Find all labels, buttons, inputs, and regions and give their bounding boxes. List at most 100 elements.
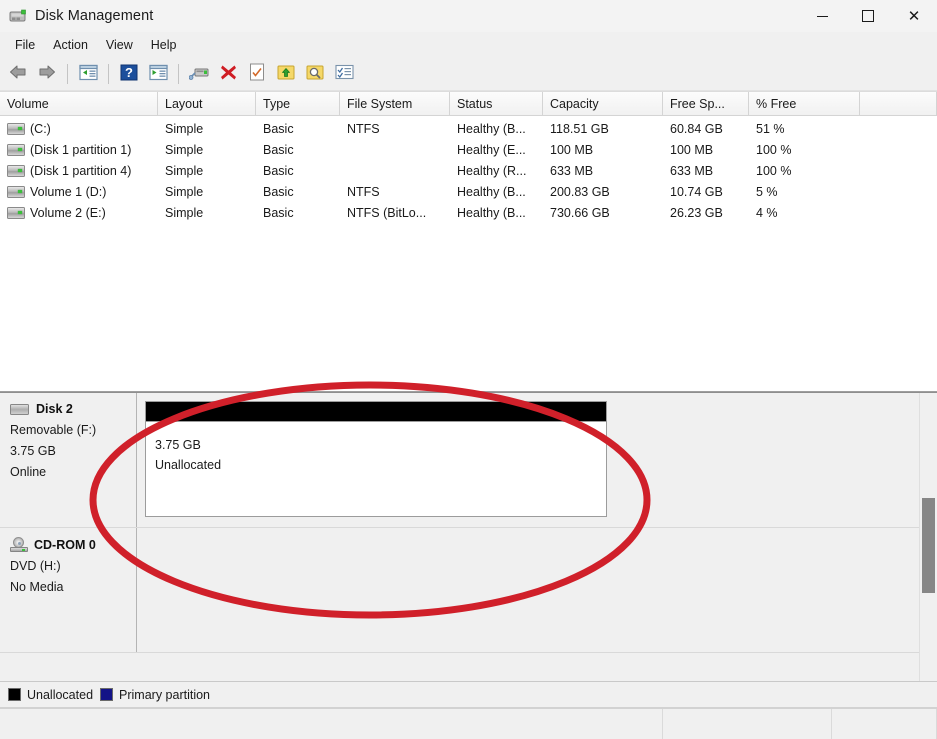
- cell-volume: (C:): [0, 122, 158, 136]
- rescan-disks-button[interactable]: [185, 61, 213, 87]
- close-button[interactable]: ✕: [891, 0, 937, 32]
- volume-icon: [7, 207, 25, 219]
- extend-volume-button[interactable]: [272, 61, 300, 87]
- disk-info-panel[interactable]: Disk 2Removable (F:)3.75 GBOnline: [0, 393, 137, 527]
- back-button[interactable]: [4, 61, 32, 87]
- cell-status: Healthy (B...: [450, 185, 543, 199]
- menu-item-action[interactable]: Action: [44, 35, 97, 55]
- cell-capacity: 118.51 GB: [543, 122, 663, 136]
- cell-layout: Simple: [158, 206, 256, 220]
- cell-text: (C:): [30, 122, 51, 136]
- cell-text: Volume 2 (E:): [30, 206, 106, 220]
- show-hide-console-tree-button[interactable]: [74, 61, 102, 87]
- legend-item-unallocated: Unallocated: [8, 688, 93, 702]
- status-bar: [0, 707, 937, 739]
- cell-status: Healthy (E...: [450, 143, 543, 157]
- cell-volume: Volume 2 (E:): [0, 206, 158, 220]
- menu-item-help[interactable]: Help: [142, 35, 186, 55]
- column-header-free[interactable]: % Free: [749, 92, 860, 115]
- disk-line3: Online: [10, 462, 128, 483]
- all-tasks-button[interactable]: [330, 61, 358, 87]
- table-row[interactable]: Volume 2 (E:)SimpleBasicNTFS (BitLo...He…: [0, 202, 937, 223]
- menu-item-view[interactable]: View: [97, 35, 142, 55]
- cell-text: Volume 1 (D:): [30, 185, 106, 199]
- partition-size: 3.75 GB: [155, 435, 606, 455]
- cell-capacity: 730.66 GB: [543, 206, 663, 220]
- cell-free-space: 100 MB: [663, 143, 749, 157]
- cell-type: Basic: [256, 122, 340, 136]
- disk-name: Disk 2: [36, 402, 73, 416]
- column-header-volume[interactable]: Volume: [0, 92, 158, 115]
- cell-layout: Simple: [158, 122, 256, 136]
- delete-volume-button[interactable]: [214, 61, 242, 87]
- show-hide-action-pane-button[interactable]: [144, 61, 172, 87]
- back-icon: [8, 64, 28, 83]
- menu-bar: File Action View Help: [0, 32, 937, 57]
- cell-capacity: 200.83 GB: [543, 185, 663, 199]
- cell-file-system: NTFS (BitLo...: [340, 206, 450, 220]
- vertical-scrollbar[interactable]: [919, 393, 937, 681]
- extend-volume-icon: [277, 64, 295, 84]
- close-icon: ✕: [908, 9, 921, 24]
- column-header-status[interactable]: Status: [450, 92, 543, 115]
- legend-bar: Unallocated Primary partition: [0, 681, 937, 707]
- cell-percent-free: 100 %: [749, 164, 860, 178]
- legend-swatch-primary-partition: [100, 688, 113, 701]
- rescan-disks-icon: [189, 64, 210, 84]
- cell-text: (Disk 1 partition 4): [30, 164, 131, 178]
- help-button[interactable]: ?: [115, 61, 143, 87]
- window-controls: ✕: [799, 0, 937, 32]
- column-header-file-system[interactable]: File System: [340, 92, 450, 115]
- table-row[interactable]: (Disk 1 partition 1)SimpleBasicHealthy (…: [0, 139, 937, 160]
- column-header-free-sp[interactable]: Free Sp...: [663, 92, 749, 115]
- cell-status: Healthy (R...: [450, 164, 543, 178]
- partition-label: Unallocated: [155, 455, 606, 475]
- disk-title: CD-ROM 0: [10, 537, 128, 552]
- volume-list-body: (C:)SimpleBasicNTFSHealthy (B...118.51 G…: [0, 116, 937, 391]
- disk-line1: DVD (H:): [10, 556, 128, 577]
- cell-text: (Disk 1 partition 1): [30, 143, 131, 157]
- volume-icon: [7, 144, 25, 156]
- legend-label-unallocated: Unallocated: [27, 688, 93, 702]
- column-header-layout[interactable]: Layout: [158, 92, 256, 115]
- disk-management-window: Disk Management ✕ File Action View Help: [0, 0, 937, 739]
- column-header-blank[interactable]: [860, 92, 937, 115]
- cell-percent-free: 51 %: [749, 122, 860, 136]
- disk-row-disk-2: Disk 2Removable (F:)3.75 GBOnline3.75 GB…: [0, 393, 937, 528]
- menu-item-file[interactable]: File: [6, 35, 44, 55]
- toolbar: ?: [0, 57, 937, 91]
- cdrom-icon: [10, 537, 28, 552]
- cell-type: Basic: [256, 185, 340, 199]
- table-row[interactable]: (Disk 1 partition 4)SimpleBasicHealthy (…: [0, 160, 937, 181]
- table-row[interactable]: Volume 1 (D:)SimpleBasicNTFSHealthy (B..…: [0, 181, 937, 202]
- help-icon: ?: [120, 64, 138, 84]
- column-header-type[interactable]: Type: [256, 92, 340, 115]
- partition-block[interactable]: 3.75 GBUnallocated: [145, 401, 607, 517]
- graphical-view-pane: Disk 2Removable (F:)3.75 GBOnline3.75 GB…: [0, 392, 937, 681]
- partition-color-bar: [146, 402, 606, 421]
- cell-percent-free: 5 %: [749, 185, 860, 199]
- properties-button[interactable]: [243, 61, 271, 87]
- table-row[interactable]: (C:)SimpleBasicNTFSHealthy (B...118.51 G…: [0, 118, 937, 139]
- cell-type: Basic: [256, 164, 340, 178]
- disk-title: Disk 2: [10, 402, 128, 416]
- cell-capacity: 633 MB: [543, 164, 663, 178]
- minimize-button[interactable]: [799, 0, 845, 32]
- disk-info-panel[interactable]: CD-ROM 0DVD (H:)No Media: [0, 528, 137, 652]
- partition-details: 3.75 GBUnallocated: [146, 421, 606, 516]
- volume-icon: [7, 186, 25, 198]
- volume-list-pane: VolumeLayoutTypeFile SystemStatusCapacit…: [0, 91, 937, 392]
- disk-line2: 3.75 GB: [10, 441, 128, 462]
- scrollbar-thumb[interactable]: [922, 498, 935, 593]
- cell-type: Basic: [256, 206, 340, 220]
- show-hide-console-tree-icon: [79, 64, 98, 84]
- forward-button[interactable]: [33, 61, 61, 87]
- delete-volume-icon: [220, 64, 237, 84]
- explore-volume-button[interactable]: [301, 61, 329, 87]
- volume-list-header: VolumeLayoutTypeFile SystemStatusCapacit…: [0, 92, 937, 116]
- maximize-button[interactable]: [845, 0, 891, 32]
- column-header-capacity[interactable]: Capacity: [543, 92, 663, 115]
- legend-swatch-unallocated: [8, 688, 21, 701]
- cell-layout: Simple: [158, 143, 256, 157]
- toolbar-separator: [178, 64, 179, 84]
